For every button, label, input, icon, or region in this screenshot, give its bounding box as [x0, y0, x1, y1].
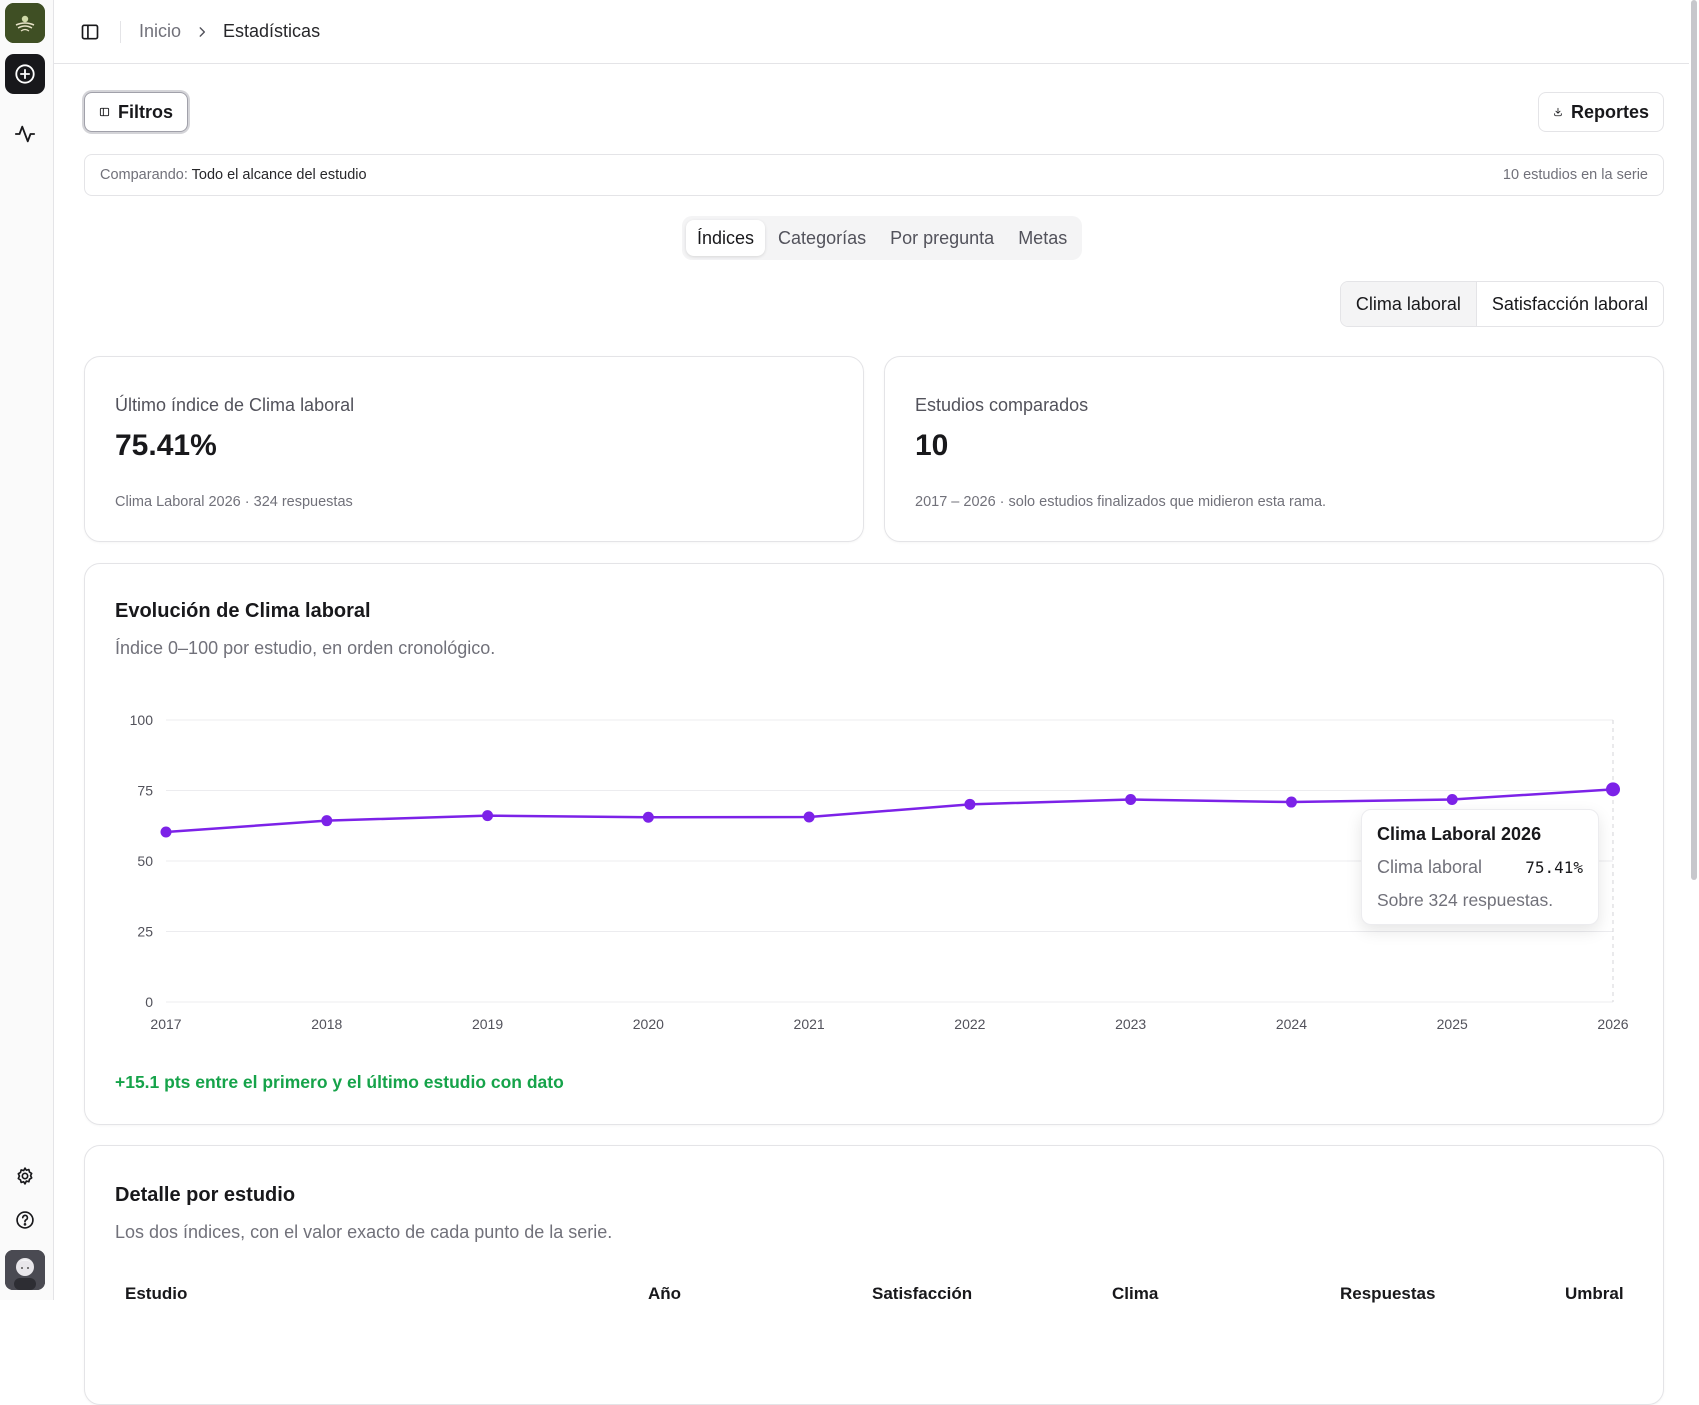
sidebar	[0, 0, 54, 1300]
scrollbar-thumb[interactable]	[1691, 0, 1697, 880]
data-point	[1606, 782, 1620, 797]
data-point	[160, 826, 172, 838]
comparison-bar: Comparando: Todo el alcance del estudio …	[84, 154, 1664, 196]
help-icon[interactable]	[5, 1200, 45, 1240]
breadcrumb-home[interactable]: Inicio	[139, 21, 181, 42]
user-avatar[interactable]	[5, 1250, 45, 1290]
reports-label: Reportes	[1570, 101, 1649, 122]
stat-value: 75.41%	[115, 429, 217, 462]
sidebar-toggle-icon[interactable]	[76, 18, 104, 46]
y-tick-label: 0	[145, 994, 153, 1010]
y-tick-label: 75	[137, 783, 153, 799]
x-tick-label: 2019	[472, 1016, 503, 1032]
data-point	[803, 811, 815, 823]
column-header-respuestas[interactable]: Respuestas	[1340, 1284, 1435, 1304]
data-point	[321, 815, 333, 827]
chart-tooltip: Clima Laboral 2026 Clima laboral 75.41% …	[1361, 809, 1599, 925]
filters-label: Filtros	[117, 101, 173, 122]
tab-categorias[interactable]: Categorías	[767, 220, 877, 256]
y-tick-label: 100	[130, 712, 154, 728]
data-point	[1446, 794, 1458, 806]
data-point	[642, 811, 654, 823]
detail-subtitle: Los dos índices, con el valor exacto de …	[115, 1222, 613, 1242]
tooltip-series-label: Clima laboral	[1377, 857, 1483, 877]
x-tick-label: 2020	[633, 1016, 664, 1032]
plus-circle-icon[interactable]	[5, 54, 45, 94]
brand-logo[interactable]	[5, 3, 45, 43]
chevron-right-icon	[195, 25, 209, 39]
scrollbar[interactable]	[1689, 0, 1699, 1300]
data-point	[1125, 794, 1137, 806]
x-tick-label: 2021	[794, 1016, 825, 1032]
index-toggle: Clima laboral Satisfacción laboral	[1339, 281, 1664, 327]
stat-value: 10	[915, 429, 949, 462]
stat-label: Último índice de Clima laboral	[115, 395, 355, 415]
divider	[120, 20, 121, 43]
tab-indices[interactable]: Índices	[686, 220, 766, 256]
column-header-umbral[interactable]: Umbral	[1565, 1284, 1624, 1304]
data-point	[1285, 796, 1297, 808]
column-header-estudio[interactable]: Estudio	[125, 1284, 187, 1304]
x-tick-label: 2022	[954, 1016, 985, 1032]
stat-caption: 2017 – 2026 · solo estudios finalizados …	[915, 494, 1327, 510]
x-tick-label: 2018	[311, 1016, 342, 1032]
download-icon	[1554, 107, 1562, 117]
studies-compared-card: Estudios comparados 10 2017 – 2026 · sol…	[884, 356, 1664, 542]
x-tick-label: 2025	[1437, 1016, 1468, 1032]
data-point	[482, 810, 494, 822]
tab-por-pregunta[interactable]: Por pregunta	[879, 220, 1005, 256]
data-point	[964, 798, 976, 810]
toggle-clima-laboral[interactable]: Clima laboral	[1340, 282, 1477, 326]
column-header-clima[interactable]: Clima	[1112, 1284, 1158, 1304]
chart-delta-summary: +15.1 pts entre el primero y el último e…	[115, 1072, 564, 1092]
tab-metas[interactable]: Metas	[1007, 220, 1078, 256]
activity-icon[interactable]	[5, 114, 45, 154]
y-tick-label: 25	[137, 924, 153, 940]
panel-icon	[99, 107, 110, 117]
study-count: 10 estudios en la serie	[1502, 167, 1648, 183]
y-tick-label: 50	[137, 853, 153, 869]
comparison-label: Comparando:	[100, 167, 188, 183]
stat-label: Estudios comparados	[915, 395, 1089, 415]
tooltip-note: Sobre 324 respuestas.	[1377, 890, 1554, 910]
breadcrumb-current: Estadísticas	[223, 21, 321, 41]
study-detail-card: Detalle por estudio Los dos índices, con…	[84, 1145, 1664, 1405]
stat-caption: Clima Laboral 2026 · 324 respuestas	[115, 494, 353, 510]
x-tick-label: 2023	[1115, 1016, 1146, 1032]
x-tick-label: 2017	[150, 1016, 181, 1032]
x-tick-label: 2024	[1276, 1016, 1307, 1032]
gear-icon[interactable]	[5, 1156, 45, 1196]
column-header-ano[interactable]: Año	[648, 1284, 681, 1304]
toggle-satisfaccion-laboral[interactable]: Satisfacción laboral	[1477, 282, 1663, 326]
detail-title: Detalle por estudio	[115, 1184, 296, 1206]
latest-index-card: Último índice de Clima laboral 75.41% Cl…	[84, 356, 864, 542]
comparison-scope: Todo el alcance del estudio	[191, 167, 367, 183]
tooltip-value: 75.41%	[1525, 858, 1583, 877]
evolution-chart-card: Evolución de Clima laboral Índice 0–100 …	[84, 563, 1664, 1125]
column-header-satisfaccion[interactable]: Satisfacción	[872, 1284, 972, 1304]
x-tick-label: 2026	[1597, 1016, 1628, 1032]
filters-button[interactable]: Filtros	[84, 92, 188, 132]
top-bar: Inicio Estadísticas	[54, 0, 1699, 64]
tooltip-title: Clima Laboral 2026	[1377, 824, 1542, 844]
view-tabs: Índices Categorías Por pregunta Metas	[682, 216, 1083, 260]
reports-button[interactable]: Reportes	[1538, 92, 1664, 132]
